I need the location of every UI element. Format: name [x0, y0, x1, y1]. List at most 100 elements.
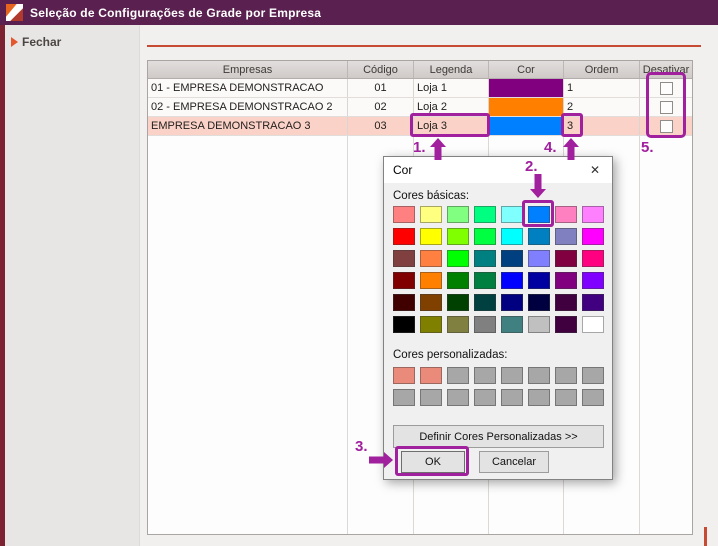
codigo-cell: 03	[348, 117, 414, 135]
basic-color-swatch[interactable]	[447, 294, 469, 311]
custom-color-swatch[interactable]	[528, 389, 550, 406]
basic-color-swatch[interactable]	[420, 228, 442, 245]
ordem-cell[interactable]: 1	[564, 79, 640, 97]
ordem-cell[interactable]: 3	[564, 117, 640, 135]
custom-color-swatch[interactable]	[447, 367, 469, 384]
basic-color-swatch[interactable]	[474, 294, 496, 311]
desativar-checkbox[interactable]	[659, 81, 673, 95]
basic-color-swatch[interactable]	[501, 272, 523, 289]
basic-color-swatch[interactable]	[555, 206, 577, 223]
custom-color-swatch[interactable]	[555, 389, 577, 406]
custom-color-swatch[interactable]	[555, 367, 577, 384]
ordem-cell[interactable]: 2	[564, 98, 640, 116]
basic-color-swatch[interactable]	[393, 228, 415, 245]
basic-color-swatch[interactable]	[447, 206, 469, 223]
desativar-checkbox[interactable]	[659, 119, 673, 133]
codigo-cell: 01	[348, 79, 414, 97]
table-row[interactable]: 02 - EMPRESA DEMONSTRACAO 2 02 Loja 2 2	[148, 98, 692, 117]
empty-column	[640, 136, 692, 534]
basic-color-swatch[interactable]	[474, 228, 496, 245]
close-icon[interactable]: ✕	[578, 157, 612, 183]
basic-color-swatch[interactable]	[474, 272, 496, 289]
custom-color-swatch[interactable]	[393, 367, 415, 384]
table-row-selected[interactable]: EMPRESA DEMONSTRACAO 3 03 Loja 3 3	[148, 117, 692, 136]
header-legenda: Legenda	[414, 61, 489, 78]
basic-color-swatch[interactable]	[447, 250, 469, 267]
custom-color-swatch[interactable]	[501, 389, 523, 406]
desativar-checkbox[interactable]	[659, 100, 673, 114]
basic-color-swatch[interactable]	[420, 294, 442, 311]
empresa-cell: 02 - EMPRESA DEMONSTRACAO 2	[148, 98, 348, 116]
basic-color-swatch[interactable]	[501, 250, 523, 267]
basic-color-swatch[interactable]	[420, 316, 442, 333]
empty-column	[148, 136, 348, 534]
basic-color-swatch[interactable]	[420, 272, 442, 289]
basic-color-swatch[interactable]	[501, 316, 523, 333]
basic-color-swatch[interactable]	[528, 250, 550, 267]
basic-color-swatch[interactable]	[555, 228, 577, 245]
define-custom-colors-button[interactable]: Definir Cores Personalizadas >>	[393, 425, 604, 448]
legenda-cell[interactable]: Loja 1	[414, 79, 489, 97]
basic-color-swatch[interactable]	[447, 272, 469, 289]
basic-color-swatch[interactable]	[555, 294, 577, 311]
window-title: Seleção de Configurações de Grade por Em…	[30, 5, 322, 20]
custom-color-swatch[interactable]	[393, 389, 415, 406]
codigo-cell: 02	[348, 98, 414, 116]
basic-color-swatch[interactable]	[582, 294, 604, 311]
basic-color-swatch[interactable]	[528, 272, 550, 289]
basic-color-swatch[interactable]	[420, 206, 442, 223]
empresa-cell: 01 - EMPRESA DEMONSTRACAO	[148, 79, 348, 97]
basic-color-swatch[interactable]	[474, 206, 496, 223]
desativar-cell	[640, 79, 692, 97]
annotation-arrow-up-1	[430, 138, 446, 160]
cor-cell[interactable]	[489, 98, 564, 116]
custom-color-swatch[interactable]	[501, 367, 523, 384]
basic-color-swatch[interactable]	[393, 272, 415, 289]
basic-color-swatch[interactable]	[447, 316, 469, 333]
basic-color-swatch[interactable]	[501, 228, 523, 245]
legenda-cell[interactable]: Loja 3	[414, 117, 489, 135]
custom-color-swatch[interactable]	[474, 389, 496, 406]
custom-color-swatch[interactable]	[420, 367, 442, 384]
table-row[interactable]: 01 - EMPRESA DEMONSTRACAO 01 Loja 1 1	[148, 79, 692, 98]
basic-color-swatch[interactable]	[501, 294, 523, 311]
basic-color-swatch[interactable]	[393, 206, 415, 223]
basic-color-swatch[interactable]	[555, 272, 577, 289]
basic-color-swatch[interactable]	[582, 316, 604, 333]
basic-color-swatch[interactable]	[528, 228, 550, 245]
basic-color-swatch[interactable]	[393, 250, 415, 267]
basic-color-swatch[interactable]	[528, 294, 550, 311]
custom-color-swatch[interactable]	[447, 389, 469, 406]
custom-color-swatch[interactable]	[582, 389, 604, 406]
custom-color-swatch[interactable]	[420, 389, 442, 406]
custom-color-swatch[interactable]	[528, 367, 550, 384]
basic-color-swatch[interactable]	[555, 316, 577, 333]
close-menu-item[interactable]: Fechar	[11, 35, 61, 49]
close-menu-label: Fechar	[22, 35, 62, 49]
basic-color-swatch[interactable]	[393, 294, 415, 311]
basic-color-swatch[interactable]	[447, 228, 469, 245]
annotation-arrow-down-2	[530, 174, 546, 198]
custom-color-swatch[interactable]	[582, 367, 604, 384]
basic-color-swatch[interactable]	[501, 206, 523, 223]
basic-color-swatch[interactable]	[474, 250, 496, 267]
custom-color-swatch[interactable]	[474, 367, 496, 384]
basic-color-swatch[interactable]	[582, 250, 604, 267]
cor-cell[interactable]	[489, 79, 564, 97]
basic-color-swatch[interactable]	[582, 228, 604, 245]
basic-color-swatch[interactable]	[528, 206, 550, 223]
basic-color-swatch[interactable]	[528, 316, 550, 333]
basic-color-swatch[interactable]	[420, 250, 442, 267]
custom-colors-label: Cores personalizadas:	[393, 349, 508, 361]
basic-color-swatch[interactable]	[555, 250, 577, 267]
cancel-button[interactable]: Cancelar	[479, 451, 549, 473]
basic-color-swatch[interactable]	[393, 316, 415, 333]
basic-color-swatch[interactable]	[582, 206, 604, 223]
basic-color-swatch[interactable]	[474, 316, 496, 333]
legenda-cell[interactable]: Loja 2	[414, 98, 489, 116]
cor-cell[interactable]	[489, 117, 564, 135]
custom-colors-grid	[393, 367, 604, 406]
basic-color-swatch[interactable]	[582, 272, 604, 289]
basic-colors-label: Cores básicas:	[393, 190, 470, 202]
ok-button[interactable]: OK	[401, 451, 465, 473]
